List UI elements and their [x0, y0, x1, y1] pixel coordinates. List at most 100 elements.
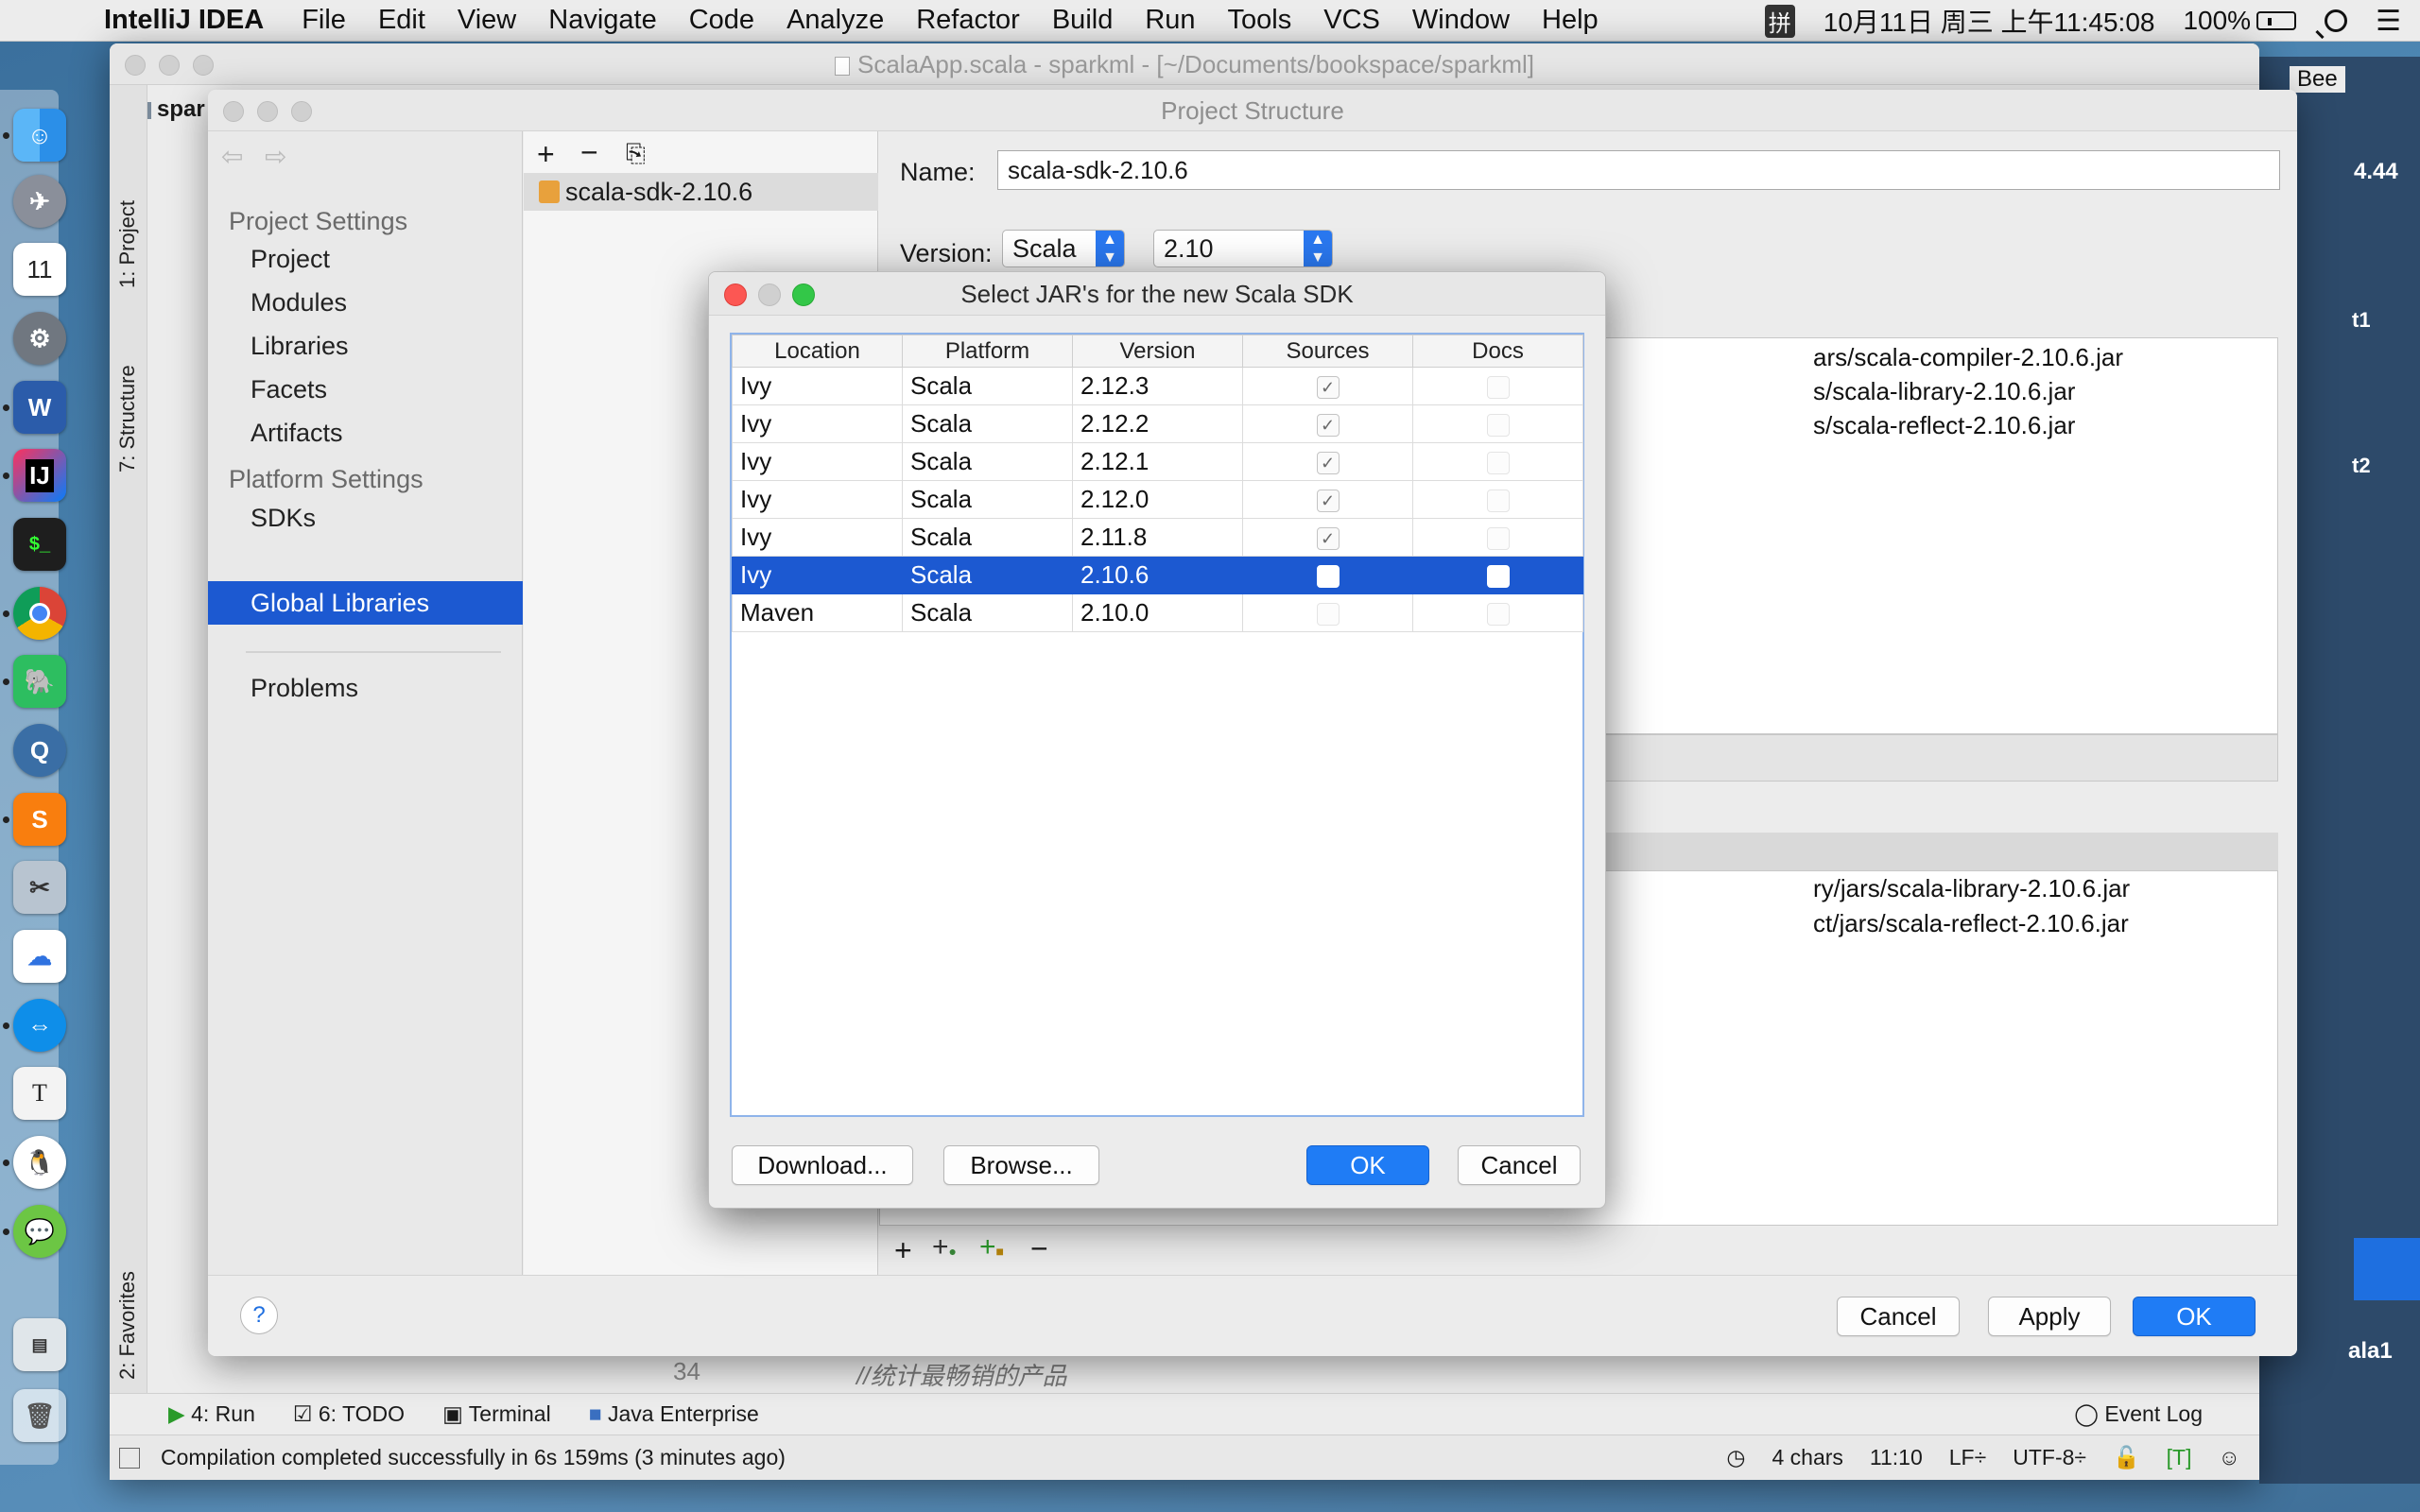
tool-tab-structure[interactable]: 7: Structure: [115, 365, 140, 472]
docs-checkbox[interactable]: [1486, 565, 1510, 589]
docs-checkbox[interactable]: [1486, 376, 1510, 400]
nav-sdks[interactable]: SDKs: [251, 504, 316, 533]
lock-icon[interactable]: 🔓: [2113, 1445, 2140, 1470]
remove-icon[interactable]: −: [580, 135, 598, 170]
docs-checkbox[interactable]: [1486, 414, 1510, 438]
name-field[interactable]: scala-sdk-2.10.6: [997, 150, 2280, 190]
launchpad-icon[interactable]: ✈: [13, 175, 66, 228]
column-sources[interactable]: Sources: [1242, 335, 1413, 368]
tool-tab-favorites[interactable]: 2: Favorites: [115, 1271, 140, 1380]
column-docs[interactable]: Docs: [1412, 335, 1583, 368]
word-icon[interactable]: W: [13, 381, 66, 434]
help-button[interactable]: ?: [240, 1297, 278, 1334]
java-enterprise-tab[interactable]: ■ Java Enterprise: [589, 1401, 759, 1427]
status-message[interactable]: Compilation completed successfully in 6s…: [161, 1445, 786, 1470]
sublime-icon[interactable]: S: [13, 793, 66, 846]
column-location[interactable]: Location: [732, 335, 903, 368]
menu-window[interactable]: Window: [1412, 5, 1510, 36]
docs-checkbox[interactable]: [1486, 452, 1510, 475]
ps-apply-button[interactable]: Apply: [1988, 1297, 2111, 1336]
menu-refactor[interactable]: Refactor: [916, 5, 1020, 36]
intellij-icon[interactable]: IJ: [13, 449, 66, 502]
menu-run[interactable]: Run: [1145, 5, 1195, 36]
status-ti[interactable]: [T]: [2167, 1445, 2192, 1470]
run-tab[interactable]: ▶ 4: Run: [168, 1401, 255, 1427]
add-icon[interactable]: +: [537, 137, 555, 172]
ps-ok-button[interactable]: OK: [2133, 1297, 2256, 1336]
compiler-jar-1[interactable]: ars/scala-compiler-2.10.6.jar: [1813, 343, 2123, 372]
search-icon[interactable]: [2315, 9, 2348, 40]
status-line-separator[interactable]: LF÷: [1949, 1445, 1986, 1470]
column-platform[interactable]: Platform: [902, 335, 1073, 368]
ps-cancel-button[interactable]: Cancel: [1837, 1297, 1960, 1336]
remove-root-icon[interactable]: −: [1030, 1231, 1048, 1266]
qq-icon[interactable]: 🐧: [13, 1136, 66, 1189]
terminal-tab[interactable]: ▣ Terminal: [442, 1401, 551, 1427]
menu-code[interactable]: Code: [689, 5, 754, 36]
compiler-jar-2[interactable]: s/scala-library-2.10.6.jar: [1813, 377, 2075, 406]
memory-indicator-icon[interactable]: ◷: [1726, 1445, 1745, 1470]
input-method-icon[interactable]: 拼: [1764, 4, 1795, 38]
app-menu[interactable]: IntelliJ IDEA: [104, 5, 264, 36]
dialog-cancel-button[interactable]: Cancel: [1458, 1145, 1581, 1185]
event-log-tab[interactable]: ◯ Event Log: [2074, 1401, 2203, 1427]
add-jar-icon[interactable]: +●: [932, 1231, 957, 1263]
jar-table-row[interactable]: Ivy Scala 2.12.0 ✓: [732, 480, 1583, 519]
baidu-netdisk-icon[interactable]: ☁: [13, 930, 66, 983]
tool-tab-project[interactable]: 1: Project: [115, 200, 140, 288]
menu-build[interactable]: Build: [1052, 5, 1114, 36]
nav-project[interactable]: Project: [251, 245, 330, 274]
column-version[interactable]: Version: [1072, 335, 1243, 368]
nav-global-libraries[interactable]: Global Libraries: [251, 589, 429, 618]
todo-tab[interactable]: ☑ 6: TODO: [293, 1401, 405, 1427]
inspector-icon[interactable]: ☺: [2219, 1445, 2240, 1470]
minimize-icon[interactable]: [758, 284, 781, 306]
evernote-icon[interactable]: 🐘: [13, 655, 66, 708]
close-icon[interactable]: [724, 284, 747, 306]
menu-file[interactable]: File: [302, 5, 346, 36]
menu-navigate[interactable]: Navigate: [548, 5, 656, 36]
nav-modules[interactable]: Modules: [251, 288, 347, 318]
chrome-icon[interactable]: [13, 587, 66, 640]
browse-button[interactable]: Browse...: [943, 1145, 1099, 1185]
clock[interactable]: 10月11日 周三 上午11:45:08: [1824, 2, 2155, 40]
library-list-item[interactable]: scala-sdk-2.10.6: [524, 173, 878, 211]
sources-checkbox[interactable]: [1316, 565, 1340, 589]
sources-checkbox[interactable]: ✓: [1316, 376, 1340, 400]
add-source-icon[interactable]: +■: [979, 1231, 1004, 1263]
quicktime-icon[interactable]: Q: [13, 724, 66, 777]
forward-arrow-icon[interactable]: ⇨: [265, 141, 286, 172]
add-root-icon[interactable]: +: [894, 1233, 912, 1268]
scissors-icon[interactable]: ✂: [13, 861, 66, 914]
wechat-icon[interactable]: 💬: [13, 1205, 66, 1258]
battery-icon[interactable]: [2256, 11, 2297, 30]
maximize-icon[interactable]: [792, 284, 815, 306]
system-preferences-icon[interactable]: ⚙: [13, 312, 66, 365]
jar-table-row[interactable]: Ivy Scala 2.10.6: [732, 556, 1583, 594]
typora-icon[interactable]: T: [13, 1067, 66, 1120]
menu-help[interactable]: Help: [1542, 5, 1599, 36]
back-arrow-icon[interactable]: ⇦: [221, 141, 243, 172]
status-encoding[interactable]: UTF-8÷: [2013, 1445, 2086, 1470]
menu-tools[interactable]: Tools: [1228, 5, 1292, 36]
version-number-combo[interactable]: 2.10 ▲ ▼: [1153, 230, 1333, 267]
notification-center-icon[interactable]: ☰: [2376, 5, 2401, 38]
dialog-ok-button[interactable]: OK: [1306, 1145, 1429, 1185]
docs-checkbox[interactable]: [1486, 527, 1510, 551]
jar-table-row[interactable]: Ivy Scala 2.12.2 ✓: [732, 404, 1583, 443]
menu-analyze[interactable]: Analyze: [786, 5, 884, 36]
calendar-icon[interactable]: 11: [13, 243, 66, 296]
teamviewer-icon[interactable]: ⇔: [13, 999, 66, 1052]
nav-libraries[interactable]: Libraries: [251, 332, 349, 361]
code-comment-line[interactable]: //统计最畅销的产品: [856, 1357, 1066, 1392]
sources-checkbox[interactable]: ✓: [1316, 452, 1340, 475]
download-button[interactable]: Download...: [732, 1145, 913, 1185]
docs-checkbox[interactable]: [1486, 490, 1510, 513]
trash-icon[interactable]: 🗑: [13, 1389, 66, 1442]
jar-table-row[interactable]: Maven Scala 2.10.0: [732, 593, 1583, 632]
finder-icon[interactable]: ☺: [13, 109, 66, 162]
menu-edit[interactable]: Edit: [378, 5, 425, 36]
jar-table-row[interactable]: Ivy Scala 2.12.1 ✓: [732, 442, 1583, 481]
jar-table-row[interactable]: Ivy Scala 2.12.3 ✓: [732, 367, 1583, 405]
terminal-icon[interactable]: $_: [13, 518, 66, 571]
